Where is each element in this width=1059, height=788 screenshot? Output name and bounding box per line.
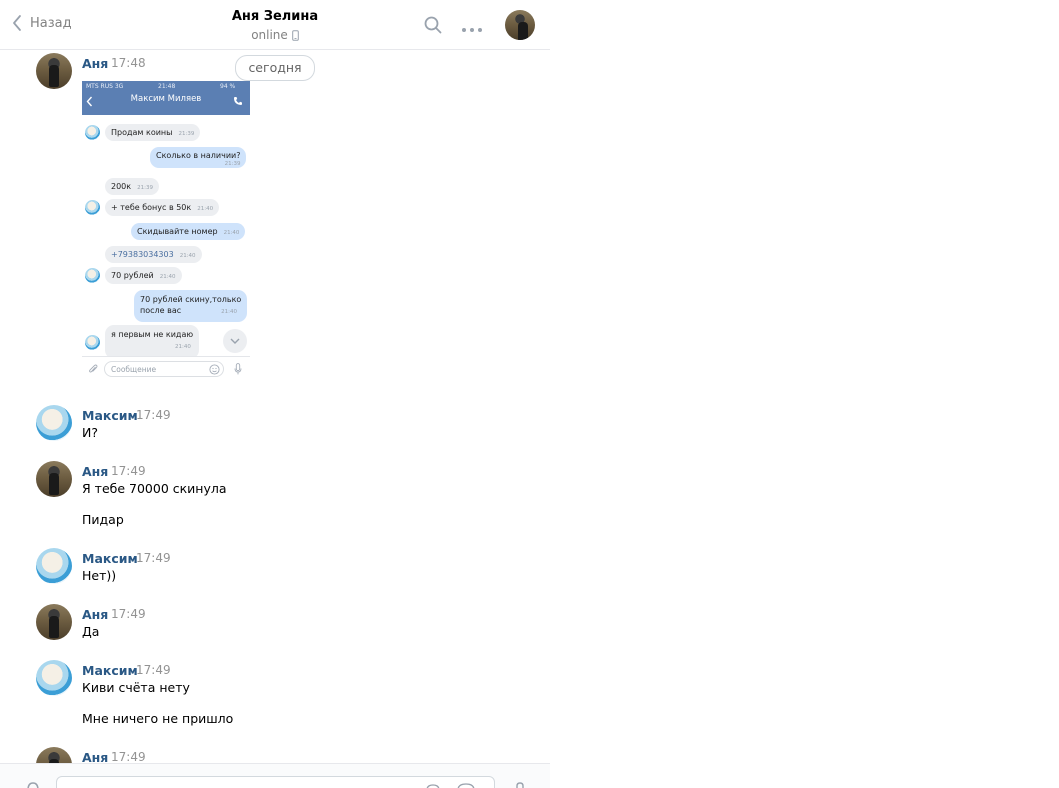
sender-name[interactable]: Аня — [82, 464, 108, 479]
header-avatar[interactable] — [505, 10, 535, 40]
sender-name[interactable]: Аня — [82, 56, 108, 71]
message-text: И? — [82, 425, 98, 440]
sender-name[interactable]: Максим — [82, 551, 138, 566]
paperclip-icon — [89, 364, 98, 373]
screenshot-bubble: 70 рублей 21:40 — [105, 267, 182, 284]
screenshot-clock: 21:48 — [158, 83, 176, 90]
mini-avatar — [85, 125, 100, 140]
avatar[interactable] — [36, 405, 72, 441]
screenshot-bubble: Скидывайте номер 21:40 — [131, 223, 246, 240]
chat-header: Назад Аня Зелина online — [0, 0, 550, 50]
screenshot-bubble: Продам коины 21:39 — [105, 124, 201, 141]
message-time[interactable]: 17:49 — [111, 607, 146, 621]
emoji-icon — [209, 364, 220, 375]
mini-avatar — [85, 200, 100, 215]
attach-icon[interactable] — [26, 782, 40, 788]
avatar[interactable] — [36, 53, 72, 89]
status-text: online — [251, 28, 288, 42]
mini-avatar — [85, 268, 100, 283]
chevron-down-icon — [230, 338, 240, 344]
screenshot-battery: 94 % — [220, 83, 236, 90]
microphone-icon[interactable] — [515, 782, 525, 788]
screenshot-input-bar: Сообщение — [82, 356, 250, 381]
more-icon[interactable] — [461, 22, 483, 37]
search-icon[interactable] — [424, 16, 442, 38]
screenshot-bubble: я первым не кидаю 21:40 — [105, 325, 200, 359]
sender-name[interactable]: Максим — [82, 408, 138, 423]
avatar[interactable] — [36, 604, 72, 640]
screenshot-contact-name: Максим Миляев — [130, 94, 202, 104]
message-text: Пидар — [82, 512, 124, 527]
message-text: Да — [82, 624, 100, 639]
screenshot-bubble: Сколько в наличии? 21:39 — [150, 147, 247, 168]
avatar[interactable] — [36, 660, 72, 696]
chat-panel: Назад Аня Зелина online сегодня Аня 17:4… — [0, 0, 550, 788]
message-time[interactable]: 17:49 — [136, 551, 171, 565]
attached-screenshot[interactable]: MTS RUS 3G 21:48 94 % Максим Миляев Прод… — [82, 81, 250, 381]
message-time[interactable]: 17:49 — [111, 750, 146, 764]
message-text: Нет)) — [82, 568, 117, 583]
screenshot-header: MTS RUS 3G 21:48 94 % Максим Миляев — [82, 81, 250, 115]
message-text: Мне ничего не пришло — [82, 711, 234, 726]
message-text: Киви счёта нету — [82, 680, 190, 695]
composer-bar — [0, 763, 550, 788]
date-pill[interactable]: сегодня — [235, 55, 315, 81]
gift-icon[interactable] — [457, 783, 475, 788]
sender-name[interactable]: Максим — [82, 663, 138, 678]
screenshot-bubble: +79383034303 21:40 — [105, 246, 202, 263]
screenshot-carrier: MTS RUS 3G — [86, 83, 124, 90]
sender-name[interactable]: Аня — [82, 607, 108, 622]
avatar[interactable] — [36, 461, 72, 497]
message-time[interactable]: 17:49 — [136, 663, 171, 677]
message-time[interactable]: 17:49 — [111, 464, 146, 478]
avatar[interactable] — [36, 548, 72, 584]
screenshot-scroll-down — [223, 329, 247, 353]
screenshot-message-field: Сообщение — [104, 361, 224, 377]
screenshot-bubble: + тебе бонус в 50к 21:40 — [105, 199, 220, 216]
mini-avatar — [85, 335, 100, 350]
mobile-icon — [291, 30, 299, 41]
screenshot-bubble: 70 рублей скину,только после вас 21:40 — [134, 290, 248, 322]
emoji-icon[interactable] — [426, 784, 440, 788]
screenshot-bubble: 200к 21:39 — [105, 178, 159, 195]
message-time[interactable]: 17:49 — [136, 408, 171, 422]
microphone-icon — [234, 363, 242, 375]
message-text: Я тебе 70000 скинула — [82, 481, 227, 496]
message-time[interactable]: 17:48 — [111, 56, 146, 70]
screenshot-phone-icon — [234, 97, 242, 105]
